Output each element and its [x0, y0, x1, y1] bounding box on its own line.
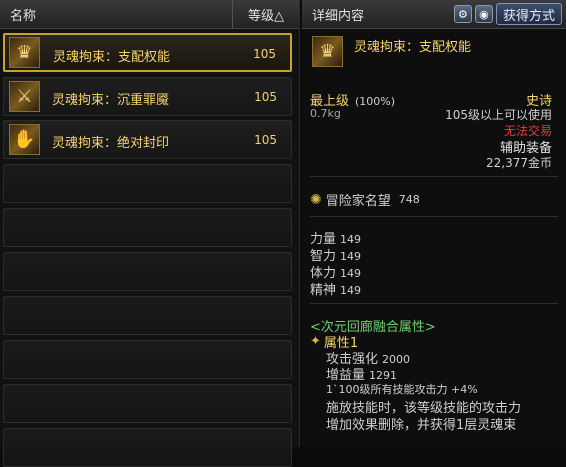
fame-value: 748	[398, 193, 420, 206]
detail-panel: 详细内容 ⚙ ◉ 获得方式 ♛ 灵魂拘束：支配权能 最上级 (100%) 史诗 0…	[302, 0, 566, 447]
star-icon: ✦	[310, 334, 321, 349]
effect-line-2: 增加效果删除，并获得1层灵魂束	[326, 418, 517, 433]
detail-item-name: 灵魂拘束：支配权能	[354, 40, 472, 55]
list-item[interactable]: ✋ 灵魂拘束：绝对封印 105	[3, 120, 292, 159]
item-level: 105	[254, 133, 277, 147]
stat-spirit: 精神 149	[310, 283, 362, 298]
fame-label: 冒险家名望	[325, 194, 391, 209]
name-column-header[interactable]: 名称	[0, 5, 232, 24]
chain-gauntlet-icon: ⚔	[9, 81, 40, 112]
divider	[310, 216, 558, 217]
empty-slot	[3, 340, 292, 379]
fame-row: ✺ 冒险家名望 748	[310, 190, 420, 210]
item-name: 灵魂拘束：支配权能	[53, 50, 171, 65]
crown-gauntlet-icon: ♛	[9, 37, 40, 68]
divider	[310, 176, 558, 177]
seal-gauntlet-icon: ✋	[9, 124, 40, 155]
item-level: 105	[254, 90, 277, 104]
list-item[interactable]: ⚔ 灵魂拘束：沉重罪魇 105	[3, 77, 292, 116]
compare-icon[interactable]: ⚙	[453, 5, 472, 23]
empty-slot	[3, 164, 292, 203]
item-name: 灵魂拘束：绝对封印	[52, 136, 170, 151]
detail-title: 详细内容	[312, 8, 365, 24]
item-price: 22,377金币	[486, 156, 552, 170]
empty-slot	[3, 428, 292, 467]
empty-slot	[3, 384, 292, 423]
item-level: 105	[253, 47, 276, 61]
divider	[310, 303, 558, 304]
empty-slot	[3, 208, 292, 247]
fame-icon: ✺	[310, 191, 322, 208]
weight-label: 0.7kg	[310, 107, 341, 120]
empty-slot	[3, 252, 292, 291]
list-header: 名称 等级△	[0, 0, 299, 29]
equipment-list-panel: 名称 等级△ ♛ 灵魂拘束：支配权能 105 ⚔ 灵魂拘束：沉重罪魇 105 ✋…	[0, 0, 300, 467]
level-requirement: 105级以上可以使用	[445, 108, 552, 122]
empty-slot	[3, 296, 292, 335]
list-item[interactable]: ♛ 灵魂拘束：支配权能 105	[3, 33, 292, 72]
level-column-header[interactable]: 等级△	[232, 0, 299, 28]
eye-icon[interactable]: ◉	[474, 5, 493, 23]
detail-header: 详细内容 ⚙ ◉ 获得方式	[302, 0, 566, 29]
item-name: 灵魂拘束：沉重罪魇	[52, 93, 170, 108]
source-button[interactable]: 获得方式	[495, 3, 562, 25]
crown-gauntlet-icon: ♛	[312, 36, 343, 67]
skill-bonus: 1`100级所有技能攻击力 +4%	[326, 383, 478, 396]
